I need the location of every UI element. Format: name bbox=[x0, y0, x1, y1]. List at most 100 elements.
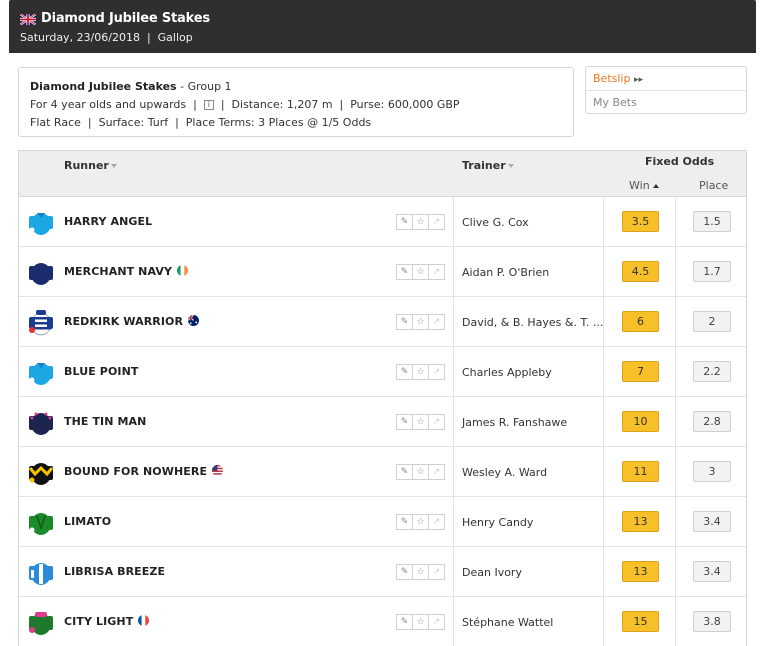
chart-icon[interactable]: ↗ bbox=[429, 565, 444, 579]
runner-action-icons: ✎ ☆ ↗ bbox=[396, 464, 445, 480]
column-divider bbox=[675, 497, 676, 547]
my-bets-link[interactable]: My Bets bbox=[586, 91, 746, 114]
runner-name-text: LIMATO bbox=[64, 515, 112, 528]
star-icon[interactable]: ☆ bbox=[413, 415, 429, 429]
runner-name[interactable]: LIBRISA BREEZE bbox=[64, 565, 165, 578]
star-icon[interactable]: ☆ bbox=[413, 515, 429, 529]
win-odds-button[interactable]: 15 bbox=[622, 611, 659, 632]
runner-action-icons: ✎ ☆ ↗ bbox=[396, 564, 445, 580]
runner-name[interactable]: MERCHANT NAVY bbox=[64, 265, 189, 278]
column-divider bbox=[603, 547, 604, 597]
runner-row: BOUND FOR NOWHERE ✎ ☆ ↗ Wesley A. Ward 1… bbox=[19, 447, 746, 497]
place-odds-button[interactable]: 3.4 bbox=[693, 511, 731, 532]
australia-flag-icon bbox=[188, 315, 200, 326]
column-divider bbox=[603, 297, 604, 347]
pencil-icon[interactable]: ✎ bbox=[397, 615, 413, 629]
chart-icon[interactable]: ↗ bbox=[429, 415, 444, 429]
star-icon[interactable]: ☆ bbox=[413, 565, 429, 579]
star-icon[interactable]: ☆ bbox=[413, 465, 429, 479]
race-info-line2: For 4 year olds and upwards | i | Distan… bbox=[30, 96, 562, 114]
runner-action-icons: ✎ ☆ ↗ bbox=[396, 514, 445, 530]
runner-action-icons: ✎ ☆ ↗ bbox=[396, 214, 445, 230]
column-divider bbox=[603, 347, 604, 397]
star-icon[interactable]: ☆ bbox=[413, 615, 429, 629]
trainer-header-label: Trainer bbox=[462, 159, 506, 172]
win-odds-button[interactable]: 7 bbox=[622, 361, 659, 382]
jockey-silk-icon bbox=[29, 612, 53, 635]
runner-name[interactable]: BLUE POINT bbox=[64, 365, 139, 378]
column-divider bbox=[603, 197, 604, 247]
column-divider bbox=[453, 247, 454, 297]
table-header: Runner Trainer Fixed Odds Win Place bbox=[19, 151, 746, 197]
place-column-header[interactable]: Place bbox=[699, 179, 728, 192]
runner-row: BLUE POINT ✎ ☆ ↗ Charles Appleby 7 2.2 bbox=[19, 347, 746, 397]
runner-name[interactable]: BOUND FOR NOWHERE bbox=[64, 465, 224, 478]
france-flag-icon bbox=[138, 615, 150, 626]
column-divider bbox=[603, 247, 604, 297]
win-header-label: Win bbox=[629, 179, 650, 192]
chart-icon[interactable]: ↗ bbox=[429, 615, 444, 629]
runner-name-text: LIBRISA BREEZE bbox=[64, 565, 166, 578]
pencil-icon[interactable]: ✎ bbox=[397, 565, 413, 579]
pencil-icon[interactable]: ✎ bbox=[397, 315, 413, 329]
place-odds-button[interactable]: 2.2 bbox=[693, 361, 731, 382]
info-icon[interactable]: i bbox=[203, 100, 214, 110]
column-divider bbox=[453, 397, 454, 447]
runner-name[interactable]: LIMATO bbox=[64, 515, 111, 528]
column-divider bbox=[453, 597, 454, 646]
runner-name[interactable]: HARRY ANGEL bbox=[64, 215, 152, 228]
column-divider bbox=[453, 547, 454, 597]
chart-icon[interactable]: ↗ bbox=[429, 465, 444, 479]
chart-icon[interactable]: ↗ bbox=[429, 215, 444, 229]
chart-icon[interactable]: ↗ bbox=[429, 365, 444, 379]
win-odds-button[interactable]: 10 bbox=[622, 411, 659, 432]
place-odds-button[interactable]: 1.7 bbox=[693, 261, 731, 282]
star-icon[interactable]: ☆ bbox=[413, 215, 429, 229]
column-divider bbox=[603, 497, 604, 547]
runner-row: LIBRISA BREEZE ✎ ☆ ↗ Dean Ivory 13 3.4 bbox=[19, 547, 746, 597]
runner-action-icons: ✎ ☆ ↗ bbox=[396, 614, 445, 630]
place-odds-button[interactable]: 1.5 bbox=[693, 211, 731, 232]
win-odds-button[interactable]: 13 bbox=[622, 561, 659, 582]
star-icon[interactable]: ☆ bbox=[413, 315, 429, 329]
win-odds-button[interactable]: 11 bbox=[622, 461, 659, 482]
pencil-icon[interactable]: ✎ bbox=[397, 465, 413, 479]
chart-icon[interactable]: ↗ bbox=[429, 315, 444, 329]
runner-action-icons: ✎ ☆ ↗ bbox=[396, 264, 445, 280]
trainer-name: James R. Fanshawe bbox=[462, 416, 568, 429]
column-divider bbox=[603, 447, 604, 497]
jockey-silk-icon bbox=[29, 213, 53, 235]
pencil-icon[interactable]: ✎ bbox=[397, 215, 413, 229]
place-odds-button[interactable]: 2.8 bbox=[693, 411, 731, 432]
column-divider bbox=[675, 447, 676, 497]
win-odds-button[interactable]: 6 bbox=[622, 311, 659, 332]
place-odds-button[interactable]: 2 bbox=[693, 311, 731, 332]
runner-name[interactable]: CITY LIGHT bbox=[64, 615, 150, 628]
pencil-icon[interactable]: ✎ bbox=[397, 515, 413, 529]
win-odds-button[interactable]: 3.5 bbox=[622, 211, 659, 232]
runner-name[interactable]: THE TIN MAN bbox=[64, 415, 146, 428]
trainer-name: Aidan P. O'Brien bbox=[462, 266, 550, 279]
win-odds-button[interactable]: 4.5 bbox=[622, 261, 659, 282]
runner-name-text: MERCHANT NAVY bbox=[64, 265, 173, 278]
place-odds-button[interactable]: 3.4 bbox=[693, 561, 731, 582]
pencil-icon[interactable]: ✎ bbox=[397, 265, 413, 279]
star-icon[interactable]: ☆ bbox=[413, 365, 429, 379]
place-odds-button[interactable]: 3.8 bbox=[693, 611, 731, 632]
star-icon[interactable]: ☆ bbox=[413, 265, 429, 279]
runner-name[interactable]: REDKIRK WARRIOR bbox=[64, 315, 200, 328]
pencil-icon[interactable]: ✎ bbox=[397, 415, 413, 429]
pencil-icon[interactable]: ✎ bbox=[397, 365, 413, 379]
betslip-link[interactable]: Betslip ▸▸ bbox=[586, 67, 746, 91]
jockey-silk-icon bbox=[29, 563, 53, 585]
trainer-column-header[interactable]: Trainer bbox=[462, 159, 514, 172]
win-column-header[interactable]: Win bbox=[629, 179, 659, 192]
place-odds-button[interactable]: 3 bbox=[693, 461, 731, 482]
sort-caret-icon bbox=[507, 164, 514, 168]
runner-column-header[interactable]: Runner bbox=[64, 159, 117, 172]
win-odds-button[interactable]: 13 bbox=[622, 511, 659, 532]
chart-icon[interactable]: ↗ bbox=[429, 515, 444, 529]
runner-row: THE TIN MAN ✎ ☆ ↗ James R. Fanshawe 10 2… bbox=[19, 397, 746, 447]
chart-icon[interactable]: ↗ bbox=[429, 265, 444, 279]
runner-action-icons: ✎ ☆ ↗ bbox=[396, 364, 445, 380]
